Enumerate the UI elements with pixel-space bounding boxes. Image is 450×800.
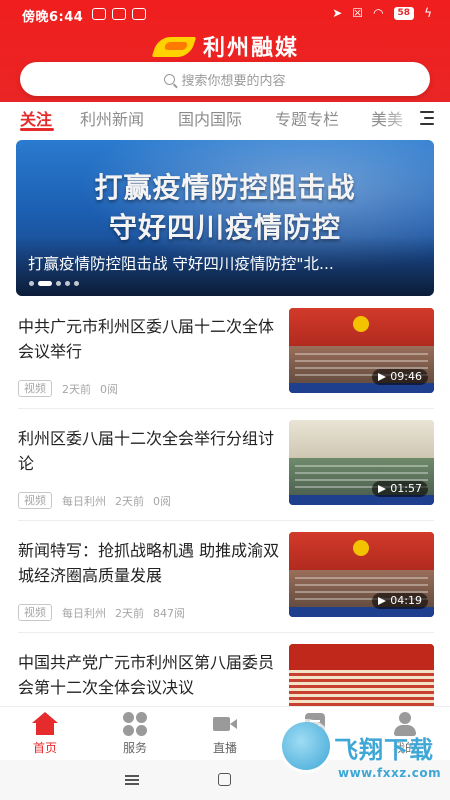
divider	[18, 408, 434, 409]
notification-icons	[92, 8, 146, 20]
app-header: 傍晚6:44 ➤ ☒ ◠ 58 ϟ 利州融媒 搜索你想要的内容	[0, 0, 450, 102]
app-icon	[132, 8, 146, 20]
tab-special-topics[interactable]: 专题专栏	[275, 106, 339, 130]
play-icon	[378, 597, 387, 605]
nav-home[interactable]: 首页	[15, 711, 75, 756]
divider	[18, 520, 434, 521]
active-tab-indicator	[20, 128, 54, 131]
status-bar: 傍晚6:44 ➤ ☒ ◠ 58 ϟ	[0, 0, 450, 28]
news-item[interactable]: 利州区委八届十二次全会举行分组讨论 视频 每日利州 2天前 0阅 01:57	[0, 420, 450, 532]
nav-label: 首页	[32, 741, 57, 755]
duration-text: 04:19	[390, 594, 422, 607]
tab-guanzhu[interactable]: 关注	[20, 106, 52, 130]
nav-services[interactable]: 服务	[105, 711, 165, 756]
video-tag: 视频	[18, 492, 52, 509]
banner-headline-1: 打赢疫情防控阻击战	[94, 171, 356, 204]
services-grid-icon	[122, 711, 148, 737]
carousel-dot	[29, 281, 34, 286]
duration-text: 09:46	[390, 370, 422, 383]
news-views: 847阅	[153, 606, 185, 620]
video-duration: 01:57	[372, 481, 428, 497]
carousel-dots	[29, 281, 79, 286]
video-duration: 04:19	[372, 593, 428, 609]
news-title: 中国共产党广元市利州区第八届委员会第十二次全体会议决议	[18, 653, 275, 697]
telegram-icon	[92, 8, 106, 20]
news-time: 2天前	[115, 494, 144, 508]
play-icon	[378, 485, 387, 493]
play-icon	[378, 373, 387, 381]
news-time: 2天前	[115, 606, 144, 620]
sim-icon: ☒	[352, 6, 364, 20]
banner-carousel[interactable]: 打赢疫情防控阻击战 守好四川疫情防控 打赢疫情防控阻击战 守好四川疫情防控"北.…	[16, 140, 434, 296]
video-duration: 09:46	[372, 369, 428, 385]
news-thumbnail: 04:19	[289, 532, 434, 617]
news-item[interactable]: 新闻特写：抢抓战略机遇 助推成渝双城经济圈高质量发展 视频 每日利州 2天前 8…	[0, 532, 450, 644]
video-camera-icon	[212, 711, 238, 737]
news-title: 利州区委八届十二次全会举行分组讨论	[18, 429, 275, 473]
location-icon: ➤	[332, 6, 343, 20]
news-time: 2天前	[62, 382, 91, 396]
channel-menu-icon[interactable]	[420, 111, 436, 125]
battery-icon: 58	[393, 6, 415, 20]
watermark-url: www.fxxz.com	[338, 766, 442, 780]
tab-domestic-international[interactable]: 国内国际	[178, 106, 242, 130]
news-views: 0阅	[100, 382, 118, 396]
news-views: 0阅	[153, 494, 171, 508]
tab-lizhou-news[interactable]: 利州新闻	[80, 106, 144, 130]
system-status: ➤ ☒ ◠ 58 ϟ	[332, 6, 432, 20]
charging-icon: ϟ	[424, 6, 432, 20]
watermark-logo-icon	[282, 722, 330, 770]
news-thumbnail	[289, 644, 434, 706]
news-meta: 视频 2天前 0阅	[18, 380, 127, 397]
search-icon	[164, 73, 176, 85]
carousel-dot	[74, 281, 79, 286]
carousel-dot	[56, 281, 61, 286]
video-tag: 视频	[18, 604, 52, 621]
app-icon	[112, 8, 126, 20]
nav-label: 服务	[122, 741, 147, 755]
news-source: 每日利州	[62, 606, 106, 620]
news-title: 中共广元市利州区委八届十二次全体会议举行	[18, 317, 275, 361]
news-meta: 视频 每日利州 2天前 0阅	[18, 492, 180, 509]
news-title: 新闻特写：抢抓战略机遇 助推成渝双城经济圈高质量发展	[18, 541, 280, 585]
tab-fade	[382, 102, 422, 134]
watermark-title: 飞翔下载	[334, 736, 434, 764]
carousel-dot	[65, 281, 70, 286]
divider	[18, 632, 434, 633]
video-tag: 视频	[18, 380, 52, 397]
carousel-dot-active	[38, 281, 52, 286]
brand-logo-icon	[151, 33, 197, 59]
app-title: 利州融媒	[203, 35, 300, 61]
news-meta: 视频 每日利州 2天前 847阅	[18, 604, 194, 621]
wifi-icon: ◠	[373, 6, 384, 20]
app-brand: 利州融媒	[151, 30, 300, 62]
nav-live[interactable]: 直播	[195, 711, 255, 756]
duration-text: 01:57	[390, 482, 422, 495]
news-item[interactable]: 中共广元市利州区委八届十二次全体会议举行 视频 2天前 0阅 09:46	[0, 308, 450, 420]
watermark: 飞翔下载 www.fxxz.com	[282, 714, 442, 790]
search-bar[interactable]: 搜索你想要的内容	[20, 62, 430, 96]
nav-label: 直播	[212, 741, 237, 755]
app-screen: 傍晚6:44 ➤ ☒ ◠ 58 ϟ 利州融媒 搜索你想要的内容 关注 利州新闻 …	[0, 0, 450, 800]
channel-tabs: 关注 利州新闻 国内国际 专题专栏 美美	[0, 102, 450, 134]
news-item[interactable]: 中国共产党广元市利州区第八届委员会第十二次全体会议决议	[0, 644, 450, 706]
home-icon	[32, 711, 58, 737]
recent-apps-icon[interactable]	[125, 775, 139, 785]
search-placeholder: 搜索你想要的内容	[181, 73, 286, 89]
status-time: 傍晚6:44	[22, 10, 84, 25]
home-button-icon[interactable]	[218, 773, 231, 786]
news-thumbnail: 01:57	[289, 420, 434, 505]
news-source: 每日利州	[62, 494, 106, 508]
news-thumbnail: 09:46	[289, 308, 434, 393]
banner-caption: 打赢疫情防控阻击战 守好四川疫情防控"北...	[28, 255, 334, 273]
